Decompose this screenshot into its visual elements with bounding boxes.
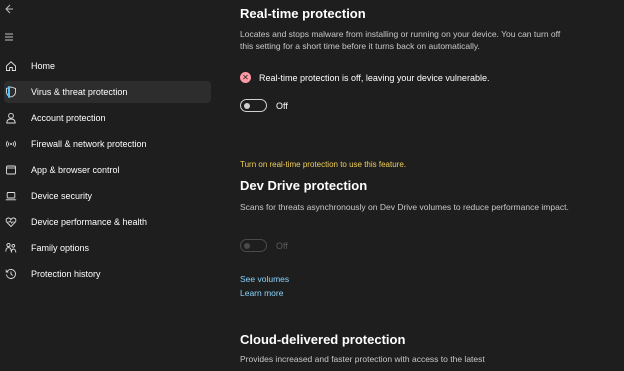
sidebar-item-label: Family options bbox=[31, 243, 90, 253]
selection-indicator bbox=[8, 86, 10, 98]
realtime-protection-heading: Real-time protection bbox=[240, 6, 366, 21]
shield-icon bbox=[4, 85, 18, 99]
app-window-icon bbox=[4, 163, 18, 177]
realtime-toggle-label: Off bbox=[276, 100, 288, 111]
scrollbar[interactable] bbox=[620, 0, 622, 371]
sidebar-item-device-performance-health[interactable]: Device performance & health bbox=[4, 211, 211, 233]
realtime-toggle-row: Off bbox=[240, 99, 288, 112]
sidebar-item-label: App & browser control bbox=[31, 165, 120, 175]
see-volumes-link[interactable]: See volumes bbox=[240, 274, 289, 284]
devdrive-protection-toggle[interactable] bbox=[240, 239, 267, 252]
cloud-protection-description: Provides increased and faster protection… bbox=[240, 354, 485, 364]
sidebar-item-label: Virus & threat protection bbox=[31, 87, 128, 97]
learn-more-link[interactable]: Learn more bbox=[240, 288, 283, 298]
home-icon bbox=[4, 59, 18, 73]
sidebar-item-protection-history[interactable]: Protection history bbox=[4, 263, 211, 285]
family-icon bbox=[4, 241, 18, 255]
sidebar-item-label: Device performance & health bbox=[31, 217, 148, 227]
back-arrow-icon[interactable] bbox=[4, 3, 20, 17]
sidebar-item-label: Firewall & network protection bbox=[31, 139, 147, 149]
wifi-signal-icon bbox=[4, 137, 18, 151]
cloud-protection-heading: Cloud-delivered protection bbox=[240, 332, 406, 347]
toggle-knob bbox=[244, 102, 250, 109]
realtime-warning: ✕ Real-time protection is off, leaving y… bbox=[240, 72, 489, 83]
laptop-icon bbox=[4, 189, 18, 203]
devdrive-protection-description: Scans for threats asynchronously on Dev … bbox=[240, 202, 569, 212]
sidebar-item-account-protection[interactable]: Account protection bbox=[4, 107, 211, 129]
sidebar: Home Virus & threat protection Account p… bbox=[0, 0, 211, 371]
sidebar-item-label: Device security bbox=[31, 191, 93, 201]
heart-icon bbox=[4, 215, 18, 229]
sidebar-item-family-options[interactable]: Family options bbox=[4, 237, 211, 259]
sidebar-item-app-browser-control[interactable]: App & browser control bbox=[4, 159, 211, 181]
devdrive-protection-heading: Dev Drive protection bbox=[240, 178, 368, 193]
sidebar-item-firewall-network-protection[interactable]: Firewall & network protection bbox=[4, 133, 211, 155]
sidebar-item-virus-threat-protection[interactable]: Virus & threat protection bbox=[4, 81, 211, 103]
main-content: Real-time protection Locates and stops m… bbox=[211, 0, 624, 371]
realtime-warning-text: Real-time protection is off, leaving you… bbox=[259, 72, 490, 83]
devdrive-toggle-label: Off bbox=[276, 240, 288, 251]
sidebar-item-label: Account protection bbox=[31, 113, 106, 123]
realtime-protection-description: Locates and stops malware from installin… bbox=[240, 29, 561, 51]
history-icon bbox=[4, 267, 18, 281]
sidebar-item-device-security[interactable]: Device security bbox=[4, 185, 211, 207]
devdrive-requirement-note: Turn on real-time protection to use this… bbox=[240, 160, 407, 169]
sidebar-item-label: Protection history bbox=[31, 269, 101, 279]
hamburger-menu-icon[interactable] bbox=[4, 31, 20, 45]
realtime-protection-toggle[interactable] bbox=[240, 99, 267, 112]
devdrive-toggle-row: Off bbox=[240, 239, 288, 252]
toggle-knob bbox=[244, 242, 250, 249]
person-icon bbox=[4, 111, 18, 125]
sidebar-item-label: Home bbox=[31, 61, 56, 71]
sidebar-item-home[interactable]: Home bbox=[4, 55, 211, 77]
error-x-icon: ✕ bbox=[240, 72, 251, 83]
